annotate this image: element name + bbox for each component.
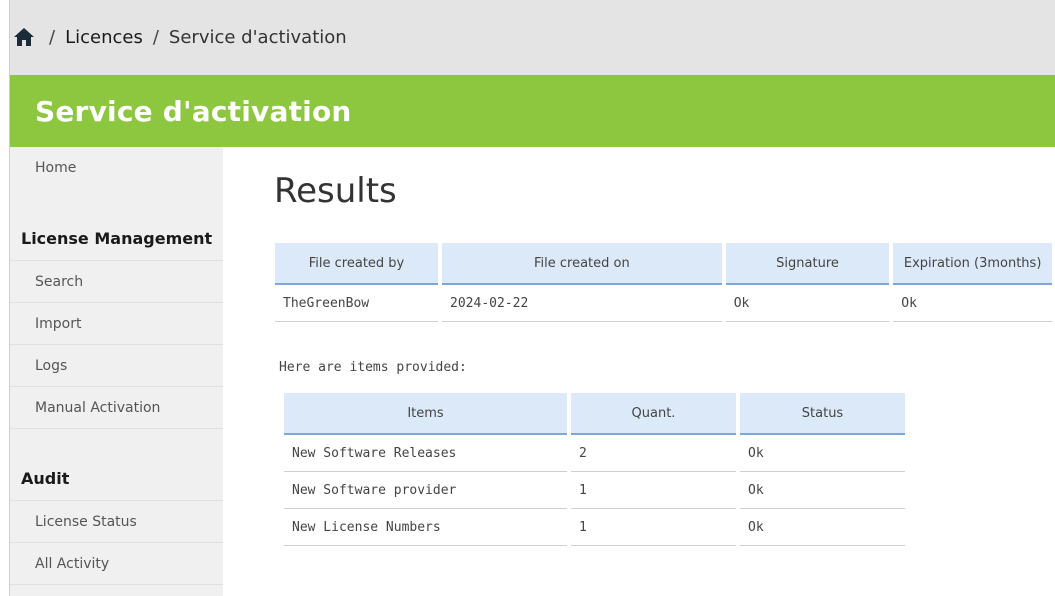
sidebar-heading-audit: Audit (10, 457, 223, 501)
cell-item-status: Ok (740, 435, 905, 472)
results-heading: Results (274, 171, 397, 211)
breadcrumb-separator: / (152, 27, 159, 48)
cell-item-quantity: 2 (571, 435, 736, 472)
main-content: Results File created by File created on … (223, 147, 1055, 596)
table-header-row: Items Quant. Status (284, 393, 905, 435)
cell-item-name: New License Numbers (284, 509, 567, 546)
items-provided-label: Here are items provided: (279, 360, 467, 375)
cell-item-name: New Software provider (284, 472, 567, 509)
cell-signature: Ok (725, 285, 890, 322)
cell-item-status: Ok (740, 509, 905, 546)
cell-item-name: New Software Releases (284, 435, 567, 472)
home-icon[interactable] (13, 27, 35, 49)
column-header-quantity: Quant. (571, 393, 736, 435)
sidebar-item-manual-activation[interactable]: Manual Activation (10, 387, 223, 429)
column-header-status: Status (740, 393, 905, 435)
sidebar-heading-license-management: License Management (10, 217, 223, 261)
table-row: New License Numbers 1 Ok (284, 509, 905, 546)
column-header-expiration: Expiration (3months) (893, 243, 1052, 285)
sidebar-item-search[interactable]: Search (10, 261, 223, 303)
items-table: Items Quant. Status New Software Release… (280, 393, 909, 546)
breadcrumb: / Licences / Service d'activation (10, 0, 1055, 75)
cell-item-status: Ok (740, 472, 905, 509)
table-row: New Software Releases 2 Ok (284, 435, 905, 472)
column-header-file-created-on: File created on (442, 243, 722, 285)
sidebar-item-import[interactable]: Import (10, 303, 223, 345)
sidebar-item-license-status[interactable]: License Status (10, 501, 223, 543)
column-header-signature: Signature (725, 243, 890, 285)
column-header-file-created-by: File created by (275, 243, 439, 285)
page-title: Service d'activation (35, 94, 352, 128)
table-row: New Software provider 1 Ok (284, 472, 905, 509)
sidebar: Home License Management Search Import Lo… (10, 147, 223, 596)
cell-item-quantity: 1 (571, 472, 736, 509)
column-header-items: Items (284, 393, 567, 435)
cell-file-created-on: 2024-02-22 (442, 285, 722, 322)
table-header-row: File created by File created on Signatur… (275, 243, 1052, 285)
sidebar-item-all-activity[interactable]: All Activity (10, 543, 223, 585)
sidebar-item-home[interactable]: Home (10, 147, 223, 189)
page-banner: Service d'activation (10, 75, 1055, 147)
breadcrumb-current: Service d'activation (168, 27, 347, 48)
breadcrumb-link-licences[interactable]: Licences (65, 27, 143, 48)
app-frame: / Licences / Service d'activation Servic… (9, 0, 1055, 596)
cell-item-quantity: 1 (571, 509, 736, 546)
sidebar-item-logs[interactable]: Logs (10, 345, 223, 387)
file-info-table: File created by File created on Signatur… (271, 243, 1055, 322)
table-row: TheGreenBow 2024-02-22 Ok Ok (275, 285, 1052, 322)
cell-file-created-by: TheGreenBow (275, 285, 439, 322)
breadcrumb-separator: / (49, 27, 56, 48)
cell-expiration: Ok (893, 285, 1052, 322)
